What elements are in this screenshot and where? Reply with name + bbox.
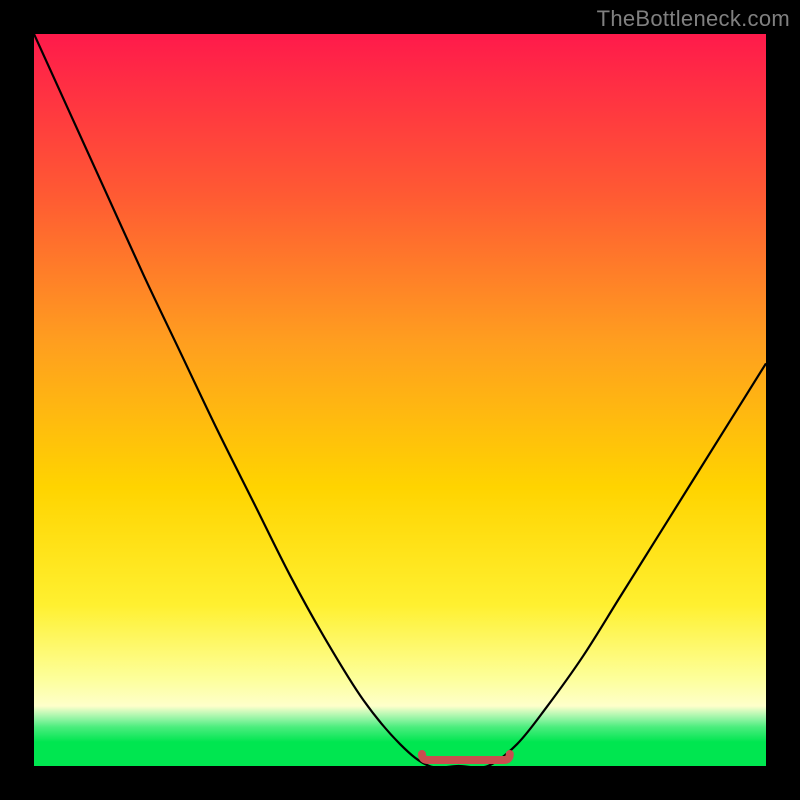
curve-layer <box>34 34 766 766</box>
plot-area <box>34 34 766 766</box>
watermark-text: TheBottleneck.com <box>597 6 790 32</box>
chart-frame: TheBottleneck.com <box>0 0 800 800</box>
bottleneck-curve <box>34 34 766 766</box>
optimal-range-marker <box>422 754 510 760</box>
